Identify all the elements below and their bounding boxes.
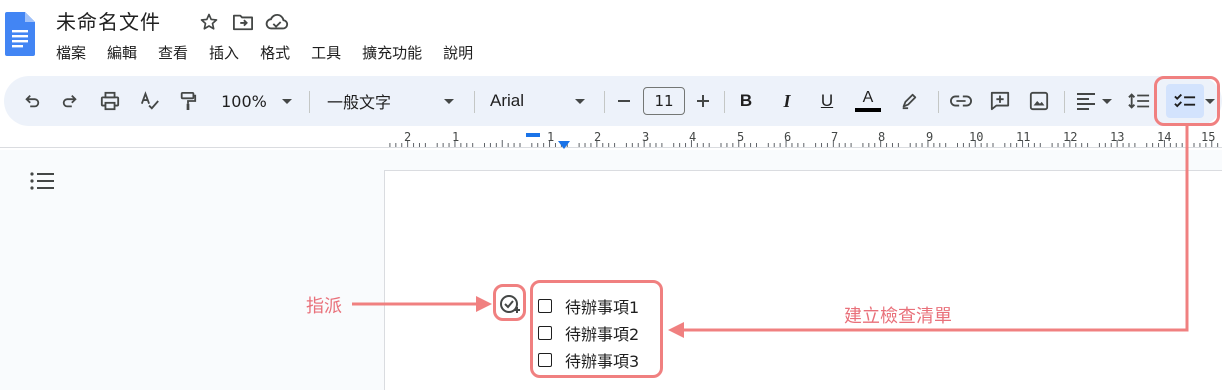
create-checklist-annotation-label: 建立檢查清單: [844, 306, 952, 327]
assign-annotation-label: 指派: [306, 296, 342, 317]
annotation-arrows: [352, 126, 1189, 338]
google-docs-window: 未命名文件 檔案 編輯 查看 插入 格式 工具 擴充功能 說明 100% 一般文…: [0, 0, 1222, 390]
